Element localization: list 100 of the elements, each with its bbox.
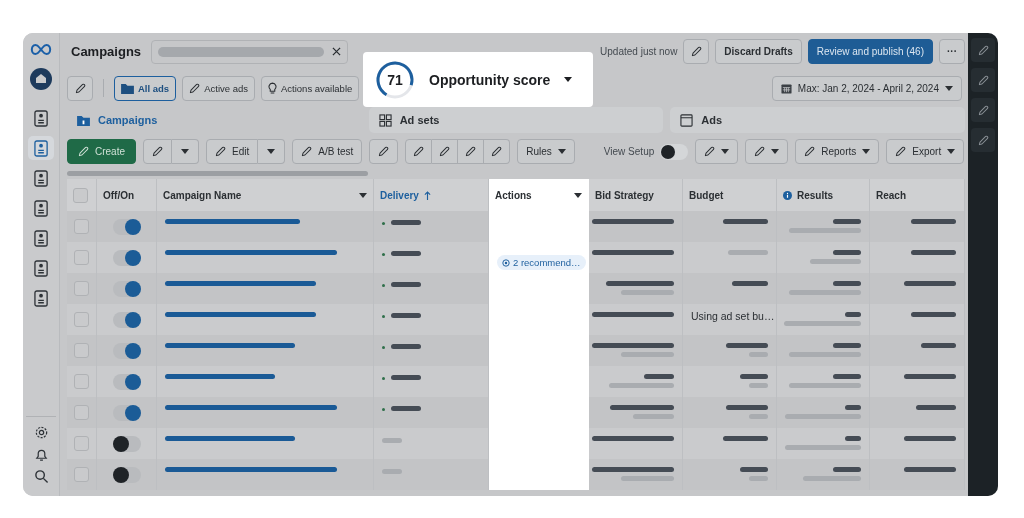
toggle-switch[interactable] <box>112 218 141 235</box>
toggle-switch[interactable] <box>112 466 141 483</box>
opportunity-score-popup[interactable]: 71 Opportunity score <box>363 52 593 107</box>
side-tool-button[interactable] <box>971 68 995 92</box>
tab[interactable]: Ad sets <box>368 107 664 133</box>
checkbox[interactable] <box>74 467 89 482</box>
toggle-switch[interactable] <box>112 435 141 452</box>
redacted-bar <box>749 476 768 481</box>
redacted-bar <box>644 374 674 379</box>
menu-button[interactable]: Export <box>886 139 965 164</box>
create-button[interactable]: Create <box>67 139 136 164</box>
nav-item[interactable] <box>28 136 54 160</box>
popup-title: Opportunity score <box>429 71 551 88</box>
pencil-button[interactable] <box>369 139 399 164</box>
pencil-icon <box>977 104 989 116</box>
checkbox[interactable] <box>74 374 89 389</box>
column-header[interactable]: Reach <box>876 189 906 201</box>
lightbulb-icon <box>268 81 277 95</box>
close-icon[interactable] <box>332 47 342 56</box>
checkbox[interactable] <box>74 281 89 296</box>
search-field[interactable] <box>151 39 349 64</box>
toolbar-button[interactable]: A/B test <box>292 139 363 164</box>
dropdown-button[interactable] <box>172 139 199 164</box>
scrollbar[interactable] <box>67 171 368 176</box>
table-row[interactable] <box>67 428 965 459</box>
redacted-bar <box>633 414 674 419</box>
redacted-bar <box>789 290 861 295</box>
checkbox[interactable] <box>74 312 89 327</box>
checkbox[interactable] <box>74 250 89 265</box>
toggle-switch[interactable] <box>112 342 141 359</box>
column-header[interactable]: Off/On <box>103 189 135 201</box>
pencil-icon <box>189 82 201 94</box>
pencil-menu-button[interactable] <box>695 139 739 164</box>
column-header[interactable]: Results <box>783 189 834 201</box>
toggle-switch[interactable] <box>112 311 141 328</box>
edit-button[interactable]: Edit <box>206 139 259 164</box>
toggle-switch[interactable] <box>112 249 141 266</box>
toggle-switch[interactable] <box>660 143 689 160</box>
redacted-bar <box>833 219 861 224</box>
redacted-bar <box>845 436 861 441</box>
checkbox[interactable] <box>74 219 89 234</box>
discard-button[interactable]: Discard Drafts <box>715 39 802 64</box>
pencil-button[interactable] <box>67 75 93 101</box>
settings-icon[interactable] <box>33 425 49 440</box>
caret-icon <box>181 149 189 154</box>
checkbox[interactable] <box>73 187 88 203</box>
table-row[interactable] <box>67 366 965 397</box>
pencil-button[interactable] <box>484 139 511 164</box>
side-tool-button[interactable] <box>971 128 995 152</box>
side-tool-button[interactable] <box>971 98 995 122</box>
redacted-bar <box>728 250 768 255</box>
pencil-icon <box>977 44 989 56</box>
redacted-bar <box>610 405 674 410</box>
pencil-button[interactable] <box>405 139 433 164</box>
caret-icon <box>267 149 276 154</box>
recommendations-chip[interactable]: 2 recommend… <box>497 255 586 270</box>
filter-button[interactable]: Actions available <box>261 75 360 101</box>
checkbox[interactable] <box>74 436 89 451</box>
grid-icon <box>378 113 392 127</box>
redacted-bar <box>621 476 674 481</box>
pencil-button[interactable] <box>432 139 459 164</box>
column-header[interactable]: Bid Strategy <box>595 189 654 201</box>
pencil-button[interactable] <box>683 39 710 64</box>
caret-icon <box>771 149 780 154</box>
toggle-switch[interactable] <box>112 373 141 390</box>
side-tool-button[interactable] <box>971 38 995 62</box>
checkbox[interactable] <box>74 405 89 420</box>
dropdown-button[interactable] <box>258 139 286 164</box>
column-header[interactable]: Delivery <box>380 189 431 201</box>
tab[interactable]: Campaigns <box>67 107 362 133</box>
pencil-icon <box>465 146 477 157</box>
column-header[interactable]: Actions <box>495 189 532 201</box>
target-icon <box>502 258 510 267</box>
filter-button[interactable]: Active ads <box>182 75 255 101</box>
logo-icon[interactable] <box>30 43 52 56</box>
avatar-icon[interactable] <box>30 68 52 90</box>
toggle-switch[interactable] <box>112 280 141 297</box>
pencil-button[interactable] <box>143 139 172 164</box>
filter-button[interactable]: All ads <box>114 75 177 101</box>
menu-button[interactable]: Reports <box>795 139 880 164</box>
more-button[interactable]: ··· <box>939 39 965 64</box>
table-row[interactable]: 2 recommend… <box>67 242 965 273</box>
checkbox[interactable] <box>74 343 89 358</box>
pencil-icon <box>804 146 816 157</box>
redacted-bar <box>726 405 768 410</box>
rules-button[interactable]: Rules <box>517 139 575 164</box>
pencil-icon <box>690 46 702 57</box>
column-header[interactable]: Campaign Name <box>163 189 242 201</box>
toggle-switch[interactable] <box>112 404 141 421</box>
bell-icon[interactable] <box>33 447 49 462</box>
column-header[interactable]: Budget <box>689 189 724 201</box>
pencil-menu-button[interactable] <box>745 139 789 164</box>
pencil-icon <box>413 146 425 157</box>
date-range-button[interactable]: Max: Jan 2, 2024 - April 2, 2024 <box>771 75 962 101</box>
table-row[interactable]: Using ad set bu… <box>67 304 965 335</box>
tab[interactable]: Ads <box>670 107 965 133</box>
pencil-button[interactable] <box>458 139 485 164</box>
redacted-bar <box>904 436 956 441</box>
publish-button[interactable]: Review and publish (46) <box>807 39 933 64</box>
search-icon[interactable] <box>33 469 49 484</box>
